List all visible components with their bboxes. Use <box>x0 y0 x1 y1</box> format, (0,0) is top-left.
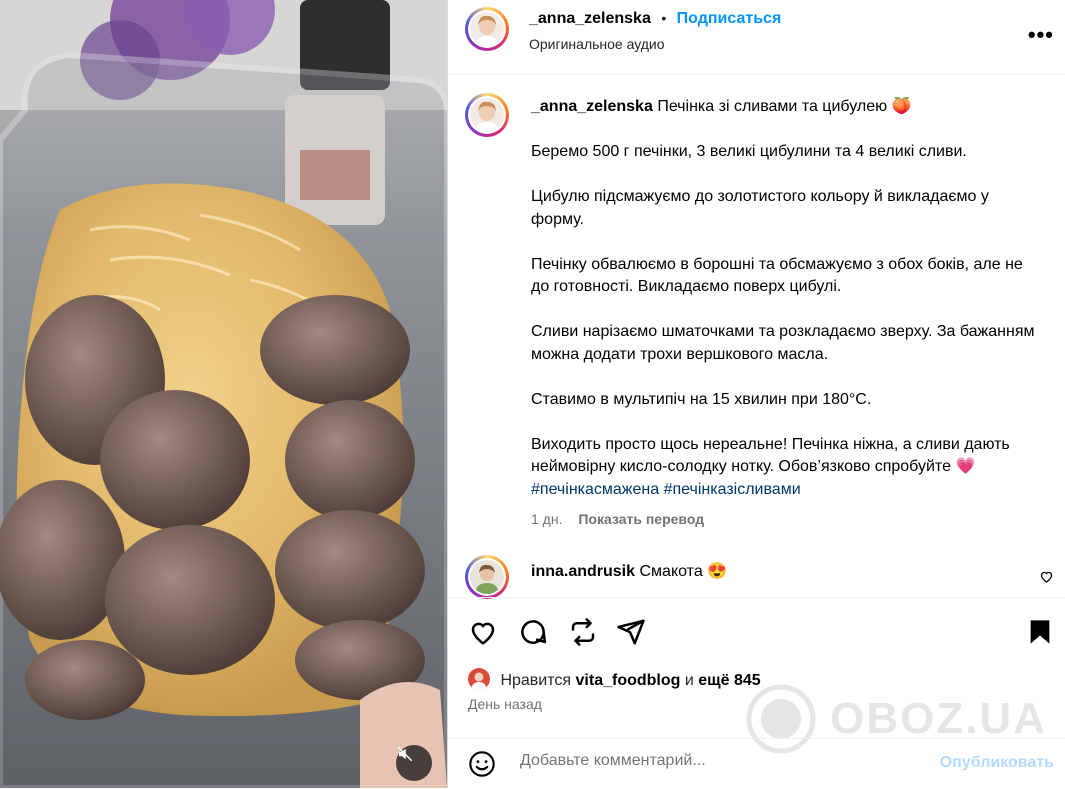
publish-button[interactable]: Опубликовать <box>940 754 1054 772</box>
audio-label[interactable]: Оригинальное аудио <box>529 36 665 52</box>
comment-bar: Опубликовать <box>448 738 1065 789</box>
like-button[interactable] <box>468 617 498 652</box>
peach-emoji: 🍑 <box>891 98 912 115</box>
liker-username[interactable]: vita_foodblog <box>576 672 681 689</box>
repost-icon <box>571 618 595 646</box>
comment-input[interactable] <box>518 751 922 771</box>
caption-paragraph: Ставимо в мультипіч на 15 хвилин при 180… <box>531 390 872 408</box>
heart-outline-icon <box>1040 571 1053 583</box>
likes-count[interactable]: ещё 845 <box>698 672 760 689</box>
more-options-icon[interactable]: ••• <box>1028 22 1054 48</box>
comment-body: Смакота <box>639 563 703 580</box>
share-button[interactable] <box>616 617 646 652</box>
hashtag-link[interactable]: #печінказісливами <box>664 481 801 498</box>
action-bar <box>448 597 1065 646</box>
food-photo <box>0 0 447 788</box>
caption-paragraph: Виходить просто щось нереальне! Печінка … <box>531 435 1010 476</box>
author-avatar[interactable] <box>465 7 509 51</box>
show-translation-link[interactable]: Показать перевод <box>578 511 704 527</box>
repost-button[interactable] <box>568 617 598 652</box>
emoji-button[interactable] <box>468 750 496 783</box>
caption-username[interactable]: _anna_zelenska <box>531 98 653 115</box>
heart-emoji: 💗 <box>955 458 976 475</box>
bookmark-icon <box>1030 620 1050 644</box>
follow-button[interactable]: Подписаться <box>677 10 782 27</box>
speech-bubble-icon <box>521 620 547 644</box>
avatar-photo <box>470 560 504 594</box>
caption-paragraph: Беремо 500 г печінки, 3 великі цибулини … <box>531 143 967 160</box>
heart-eyes-emoji: 😍 <box>707 563 728 580</box>
mute-button[interactable] <box>396 745 432 781</box>
muted-speaker-icon <box>397 746 413 762</box>
likes-summary: Нравится vita_foodblog и ещё 845 <box>468 668 761 690</box>
caption-meta: 1 дн. Показать перевод <box>531 511 704 527</box>
avatar-photo <box>468 668 490 690</box>
liker-avatar[interactable] <box>468 668 490 690</box>
post-caption: _anna_zelenska Печінка зі сливами та циб… <box>531 96 1041 501</box>
comment-text: inna.andrusik Смакота 😍 <box>531 561 727 581</box>
save-button[interactable] <box>1026 617 1054 652</box>
caption-paragraph: Печінку обвалюємо в борошні та обсмажуєм… <box>531 255 1023 296</box>
hashtag-link[interactable]: #печінкасмажена <box>531 481 659 498</box>
caption-title: Печінка зі сливами та цибулею <box>657 98 888 115</box>
avatar-photo <box>470 98 504 132</box>
separator-dot: • <box>661 10 667 26</box>
commenter-username[interactable]: inna.andrusik <box>531 563 635 580</box>
comment-button[interactable] <box>518 617 548 652</box>
caption-paragraph: Сливи нарізаємо шматочками та розкладаєм… <box>531 323 1035 363</box>
post-video[interactable] <box>0 0 447 788</box>
post-header: _anna_zelenska • Подписаться Оригинально… <box>448 0 1065 75</box>
caption-age: 1 дн. <box>531 511 563 527</box>
post-time[interactable]: День назад <box>468 696 542 712</box>
smiley-icon <box>469 751 495 777</box>
comment-like-button[interactable] <box>1039 569 1054 589</box>
commenter-avatar[interactable] <box>465 555 509 599</box>
paper-plane-icon <box>617 619 645 645</box>
post-panel: _anna_zelenska • Подписаться Оригинально… <box>447 0 1065 788</box>
likes-prefix: Нравится <box>500 672 572 689</box>
caption-paragraph: Цибулю підсмажуємо до золотистого кольор… <box>531 188 989 228</box>
caption-author-avatar[interactable] <box>465 93 509 137</box>
watermark-text: OBOZ.UA <box>830 694 1047 743</box>
heart-icon <box>471 622 495 645</box>
likes-and: и <box>684 672 694 689</box>
avatar-photo <box>470 12 504 46</box>
author-username[interactable]: _anna_zelenska <box>529 10 651 27</box>
